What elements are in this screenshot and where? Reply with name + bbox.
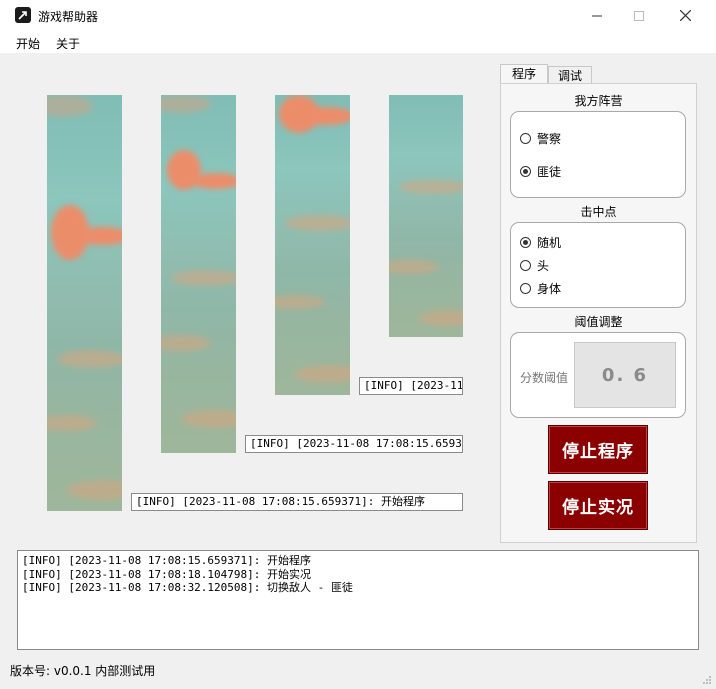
radio-random-label: 随机 <box>537 236 562 250</box>
preview-frame-3 <box>275 95 350 395</box>
app-icon <box>15 7 31 23</box>
radio-indicator-selected <box>520 237 531 248</box>
radio-head-label: 头 <box>537 259 550 273</box>
preview-log-overlay-2: [INFO] [2023-11-08 17:08:15.659371]: <box>245 435 463 453</box>
radio-indicator <box>520 260 531 271</box>
radio-body-label: 身体 <box>537 282 562 296</box>
preview-log-overlay-1: [INFO] [2023-11-0 <box>359 377 463 395</box>
menu-start[interactable]: 开始 <box>16 35 40 52</box>
preview-frame-1 <box>47 95 122 511</box>
window-title: 游戏帮助器 <box>38 10 99 24</box>
radio-head[interactable]: 头 <box>520 257 549 274</box>
tab-program[interactable]: 程序 <box>500 64 548 85</box>
close-button[interactable] <box>662 0 708 31</box>
radio-indicator-selected <box>520 166 531 177</box>
hitpoint-group-title: 击中点 <box>580 205 617 219</box>
log-console[interactable]: [INFO] [2023-11-08 17:08:15.659371]: 开始程… <box>17 550 699 650</box>
maximize-icon <box>634 10 644 21</box>
threshold-value-input[interactable]: 0. 6 <box>574 342 676 408</box>
minimize-icon <box>592 15 602 16</box>
stop-program-button[interactable]: 停止程序 <box>548 425 648 474</box>
version-label: 版本号: v0.0.1 内部测试用 <box>10 664 156 678</box>
radio-random[interactable]: 随机 <box>520 234 561 251</box>
log-line: [INFO] [2023-11-08 17:08:15.659371]: 开始程… <box>22 554 312 567</box>
minimize-button[interactable] <box>574 0 620 31</box>
radio-police[interactable]: 警察 <box>520 130 561 147</box>
maximize-button[interactable] <box>616 0 662 31</box>
preview-frame-4 <box>389 95 463 337</box>
preview-log-overlay-3: [INFO] [2023-11-08 17:08:15.659371]: 开始程… <box>131 493 463 511</box>
menu-bar: 开始 关于 <box>0 31 716 53</box>
radio-indicator <box>520 283 531 294</box>
radio-indicator <box>520 133 531 144</box>
threshold-label: 分数阈值 <box>520 371 569 385</box>
tab-debug[interactable]: 调试 <box>548 66 592 84</box>
resize-grip-icon[interactable] <box>702 675 712 685</box>
preview-frame-2 <box>161 95 236 453</box>
log-line: [INFO] [2023-11-08 17:08:18.104798]: 开始实… <box>22 567 312 581</box>
radio-police-label: 警察 <box>537 132 562 146</box>
camp-group-title: 我方阵营 <box>574 94 623 108</box>
close-icon <box>679 10 691 21</box>
radio-bandit[interactable]: 匪徒 <box>520 163 561 180</box>
threshold-group-title: 阈值调整 <box>574 315 623 329</box>
title-bar: 游戏帮助器 <box>0 0 716 32</box>
log-line: [INFO] [2023-11-08 17:08:32.120508]: 切换敌… <box>22 581 353 594</box>
radio-bandit-label: 匪徒 <box>537 165 562 179</box>
camp-group <box>510 111 686 198</box>
radio-body[interactable]: 身体 <box>520 280 561 297</box>
menu-about[interactable]: 关于 <box>56 35 80 52</box>
stop-live-button[interactable]: 停止实况 <box>548 481 648 530</box>
